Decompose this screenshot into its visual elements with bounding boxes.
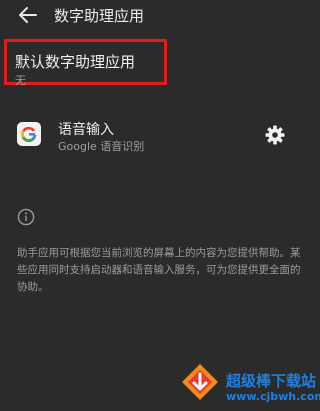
info-icon <box>17 208 35 226</box>
google-g-icon <box>17 122 41 146</box>
default-assistant-setting[interactable]: 默认数字助理应用 <box>15 51 135 72</box>
page-title: 数字助理应用 <box>54 7 145 25</box>
watermark-title: 超级棒下载站 <box>226 372 317 390</box>
default-assistant-value: 无 <box>15 74 26 87</box>
gear-icon[interactable] <box>264 124 286 146</box>
voice-input-row[interactable]: 语音输入 Google 语音识别 <box>0 112 320 156</box>
watermark-logo <box>180 362 220 402</box>
voice-input-title: 语音输入 <box>58 122 114 138</box>
info-description: 助手应用可根据您当前浏览的屏幕上的内容为您提供帮助。某些应用同时支持启动器和语音… <box>17 247 301 293</box>
watermark-url: www.cjbwh.com <box>226 390 320 403</box>
arrow-left-icon <box>19 7 37 23</box>
back-button[interactable] <box>14 2 42 28</box>
app-bar: 数字助理应用 <box>0 0 320 32</box>
voice-input-subtitle: Google 语音识别 <box>58 140 145 153</box>
